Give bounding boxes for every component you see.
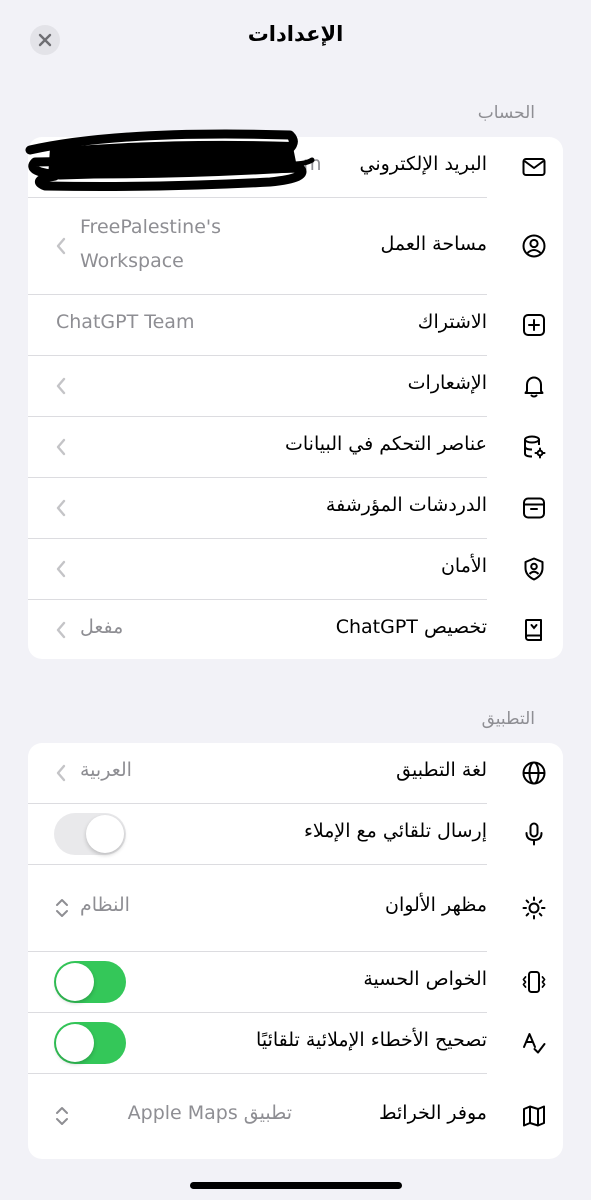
row-subscription[interactable]: الاشتراك ChatGPT Team [28,295,563,355]
section-label-app: التطبيق [481,709,535,729]
chevron-left-icon [56,438,66,456]
chevron-left-icon [56,377,66,395]
chevron-left-icon [56,499,66,517]
row-language-label: لغة التطبيق [396,759,487,781]
database-settings-icon [521,434,547,460]
row-autocorrect: تصحيح الأخطاء الإملائية تلقائيًا [28,1013,563,1073]
haptic-vibration-icon [521,969,547,995]
plus-square-icon [521,312,547,338]
book-icon [521,617,547,643]
globe-icon [521,760,547,786]
row-workspace-value-line2: Workspace [80,250,184,272]
row-notifications-label: الإشعارات [407,372,487,394]
home-indicator [190,1182,402,1189]
chevron-up-down-icon [56,899,68,917]
bell-icon [521,373,547,399]
row-subscription-label: الاشتراك [417,311,487,333]
sun-icon [521,895,547,921]
row-workspace-value-line1: FreePalestine's [80,216,222,238]
row-workspace[interactable]: مساحة العمل FreePalestine's Workspace [28,198,563,294]
archive-icon [521,495,547,521]
row-haptics-label: الخواص الحسية [363,968,487,990]
row-maps-value: تطبيق Apple Maps [127,1102,292,1124]
row-auto-send-label: إرسال تلقائي مع الإملاء [303,820,487,842]
redaction-scribble [25,129,315,191]
row-archived-chats[interactable]: الدردشات المؤرشفة [28,478,563,538]
row-maps-provider[interactable]: موفر الخرائط تطبيق Apple Maps [28,1074,563,1159]
row-maps-label: موفر الخرائط [378,1102,487,1124]
row-auto-send: إرسال تلقائي مع الإملاء [28,804,563,864]
microphone-icon [521,821,547,847]
app-card: لغة التطبيق العربية إرسال تلقائي مع الإم… [28,743,563,1159]
haptics-toggle[interactable] [54,961,126,1003]
row-language-value: العربية [80,759,132,781]
row-haptics: الخواص الحسية [28,952,563,1012]
row-security-label: الأمان [440,555,487,577]
row-data-controls[interactable]: عناصر التحكم في البيانات [28,417,563,477]
row-appearance[interactable]: مظهر الألوان النظام [28,865,563,951]
row-app-language[interactable]: لغة التطبيق العربية [28,743,563,803]
row-autocorrect-label: تصحيح الأخطاء الإملائية تلقائيًا [256,1029,487,1051]
row-data-controls-label: عناصر التحكم في البيانات [284,433,487,455]
auto-send-toggle[interactable] [54,813,126,855]
row-customize-chatgpt[interactable]: تخصيص ChatGPT مفعل [28,600,563,659]
row-workspace-label: مساحة العمل [380,233,488,255]
row-security[interactable]: الأمان [28,539,563,599]
mail-icon [521,154,547,180]
shield-user-icon [521,556,547,582]
user-circle-icon [521,233,547,259]
spellcheck-icon [521,1030,547,1056]
row-archived-chats-label: الدردشات المؤرشفة [325,494,487,516]
chevron-left-icon [56,237,66,255]
row-appearance-label: مظهر الألوان [385,894,487,916]
row-subscription-value: ChatGPT Team [56,311,195,333]
chevron-left-icon [56,560,66,578]
row-notifications[interactable]: الإشعارات [28,356,563,416]
account-card: البريد الإلكتروني m مساحة العمل FreePale… [28,137,563,659]
autocorrect-toggle[interactable] [54,1022,126,1064]
map-icon [521,1103,547,1129]
row-appearance-value: النظام [80,894,130,916]
section-label-account: الحساب [477,103,535,123]
row-customize-value: مفعل [80,616,124,638]
row-email-label: البريد الإلكتروني [359,153,488,175]
row-customize-label: تخصيص ChatGPT [335,616,487,638]
chevron-up-down-icon [56,1107,68,1125]
chevron-left-icon [56,621,66,639]
chevron-left-icon [56,764,66,782]
